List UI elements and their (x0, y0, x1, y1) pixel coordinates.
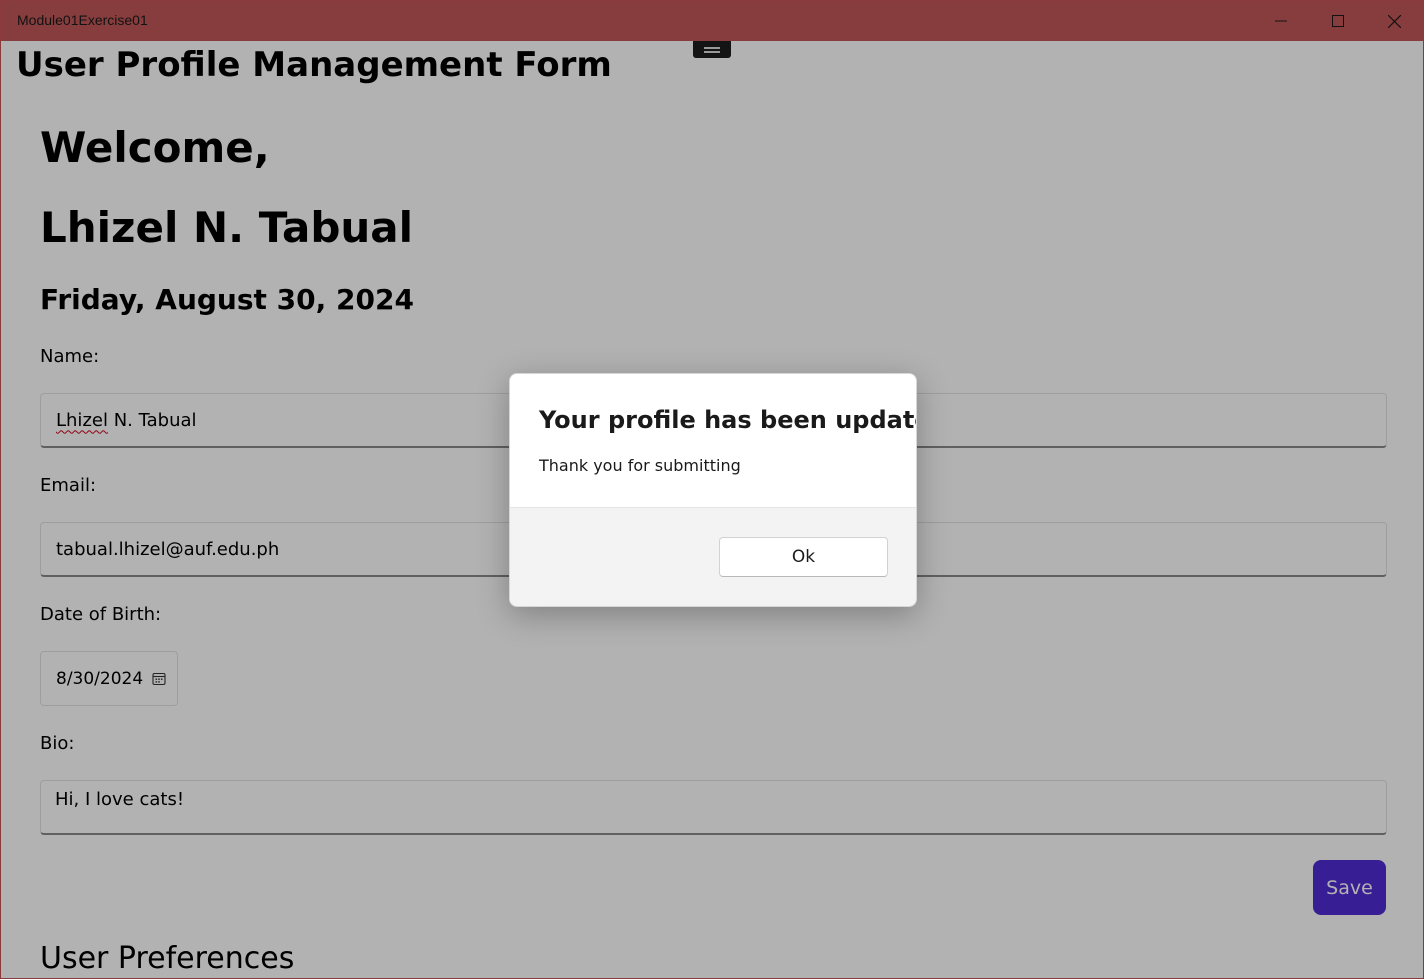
dialog-body: Your profile has been updated. Thank you… (510, 374, 917, 508)
dialog-message: Thank you for submitting (539, 456, 741, 475)
title-bar: Module01Exercise01 (1, 1, 1423, 41)
close-icon (1388, 14, 1401, 28)
minimize-button[interactable] (1252, 1, 1309, 41)
maximize-icon (1331, 15, 1344, 27)
dialog-title: Your profile has been updated. (539, 406, 917, 434)
maximize-button[interactable] (1309, 1, 1366, 41)
window-title: Module01Exercise01 (17, 12, 148, 28)
ok-button[interactable]: Ok (719, 537, 888, 577)
app-window: Module01Exercise01 User Profile Manageme… (0, 0, 1424, 979)
alert-dialog: Your profile has been updated. Thank you… (509, 373, 917, 607)
close-button[interactable] (1366, 1, 1423, 41)
minimize-icon (1274, 20, 1287, 22)
